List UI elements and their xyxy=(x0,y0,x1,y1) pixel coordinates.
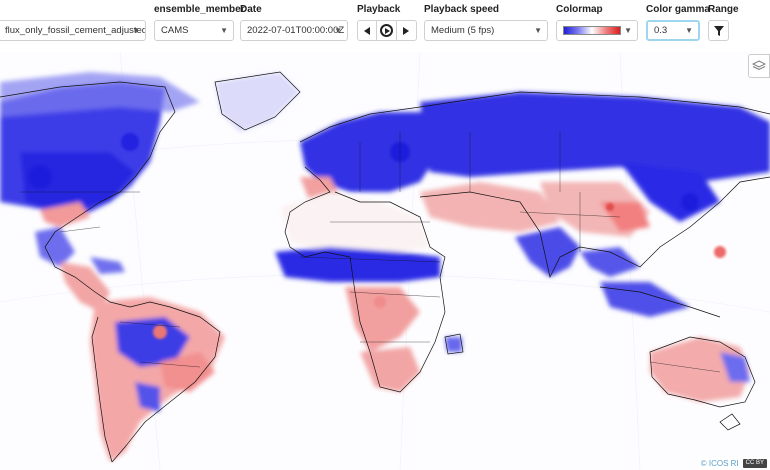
toolbar: flux_only_fossil_cement_adjusted) ▼ ense… xyxy=(0,0,770,52)
colormap-swatch xyxy=(563,26,621,35)
map-attribution: © ICOS RI CC BY xyxy=(697,457,770,470)
chevron-down-icon: ▼ xyxy=(220,26,228,35)
playback-buttons xyxy=(357,20,417,41)
filter-icon xyxy=(713,25,724,36)
layers-button[interactable] xyxy=(748,54,770,78)
layers-icon xyxy=(752,60,766,71)
ensemble-member-select[interactable]: CAMS ▼ xyxy=(154,20,234,41)
playback-control: Playback xyxy=(357,3,417,41)
step-back-icon xyxy=(364,26,371,35)
step-forward-button[interactable] xyxy=(397,21,416,40)
license-badge: CC BY xyxy=(742,459,767,468)
variable-select-value: flux_only_fossil_cement_adjusted) xyxy=(5,25,146,36)
map-canvas xyxy=(0,52,770,470)
playback-speed-select[interactable]: Medium (5 fps) ▼ xyxy=(424,20,548,41)
colormap-control: Colormap ▼ xyxy=(556,3,638,41)
play-icon xyxy=(380,24,394,37)
playback-speed-control: Playback speed Medium (5 fps) ▼ xyxy=(424,3,548,41)
chevron-down-icon: ▼ xyxy=(334,26,342,35)
range-label: Range xyxy=(708,4,739,15)
variable-control: flux_only_fossil_cement_adjusted) ▼ xyxy=(0,3,146,41)
chevron-down-icon: ▼ xyxy=(685,26,693,35)
playback-speed-label: Playback speed xyxy=(424,4,500,15)
play-button[interactable] xyxy=(377,21,397,40)
color-gamma-select[interactable]: 0.3 ▼ xyxy=(646,20,700,41)
step-forward-icon xyxy=(403,26,410,35)
chevron-down-icon: ▼ xyxy=(132,26,140,35)
color-gamma-control: Color gamma 0.3 ▼ xyxy=(646,3,710,41)
colormap-label: Colormap xyxy=(556,4,603,15)
date-value: 2022-07-01T00:00:00Z xyxy=(247,25,345,36)
chevron-down-icon: ▼ xyxy=(624,26,632,35)
range-control: Range xyxy=(708,3,739,41)
playback-label: Playback xyxy=(357,4,401,15)
ensemble-member-control: ensemble_member CAMS ▼ xyxy=(154,3,245,41)
attribution-text: © ICOS RI xyxy=(700,459,739,468)
colormap-select[interactable]: ▼ xyxy=(556,20,638,41)
color-gamma-value: 0.3 xyxy=(654,25,668,36)
color-gamma-label: Color gamma xyxy=(646,4,710,15)
date-select[interactable]: 2022-07-01T00:00:00Z ▼ xyxy=(240,20,348,41)
ensemble-member-value: CAMS xyxy=(161,25,189,36)
step-back-button[interactable] xyxy=(358,21,378,40)
ensemble-member-label: ensemble_member xyxy=(154,4,245,15)
range-filter-button[interactable] xyxy=(708,20,729,41)
variable-select[interactable]: flux_only_fossil_cement_adjusted) ▼ xyxy=(0,20,146,41)
chevron-down-icon: ▼ xyxy=(534,26,542,35)
playback-speed-value: Medium (5 fps) xyxy=(431,25,495,36)
date-label: Date xyxy=(240,4,262,15)
date-control: Date 2022-07-01T00:00:00Z ▼ xyxy=(240,3,348,41)
flux-map[interactable]: © ICOS RI CC BY xyxy=(0,52,770,470)
